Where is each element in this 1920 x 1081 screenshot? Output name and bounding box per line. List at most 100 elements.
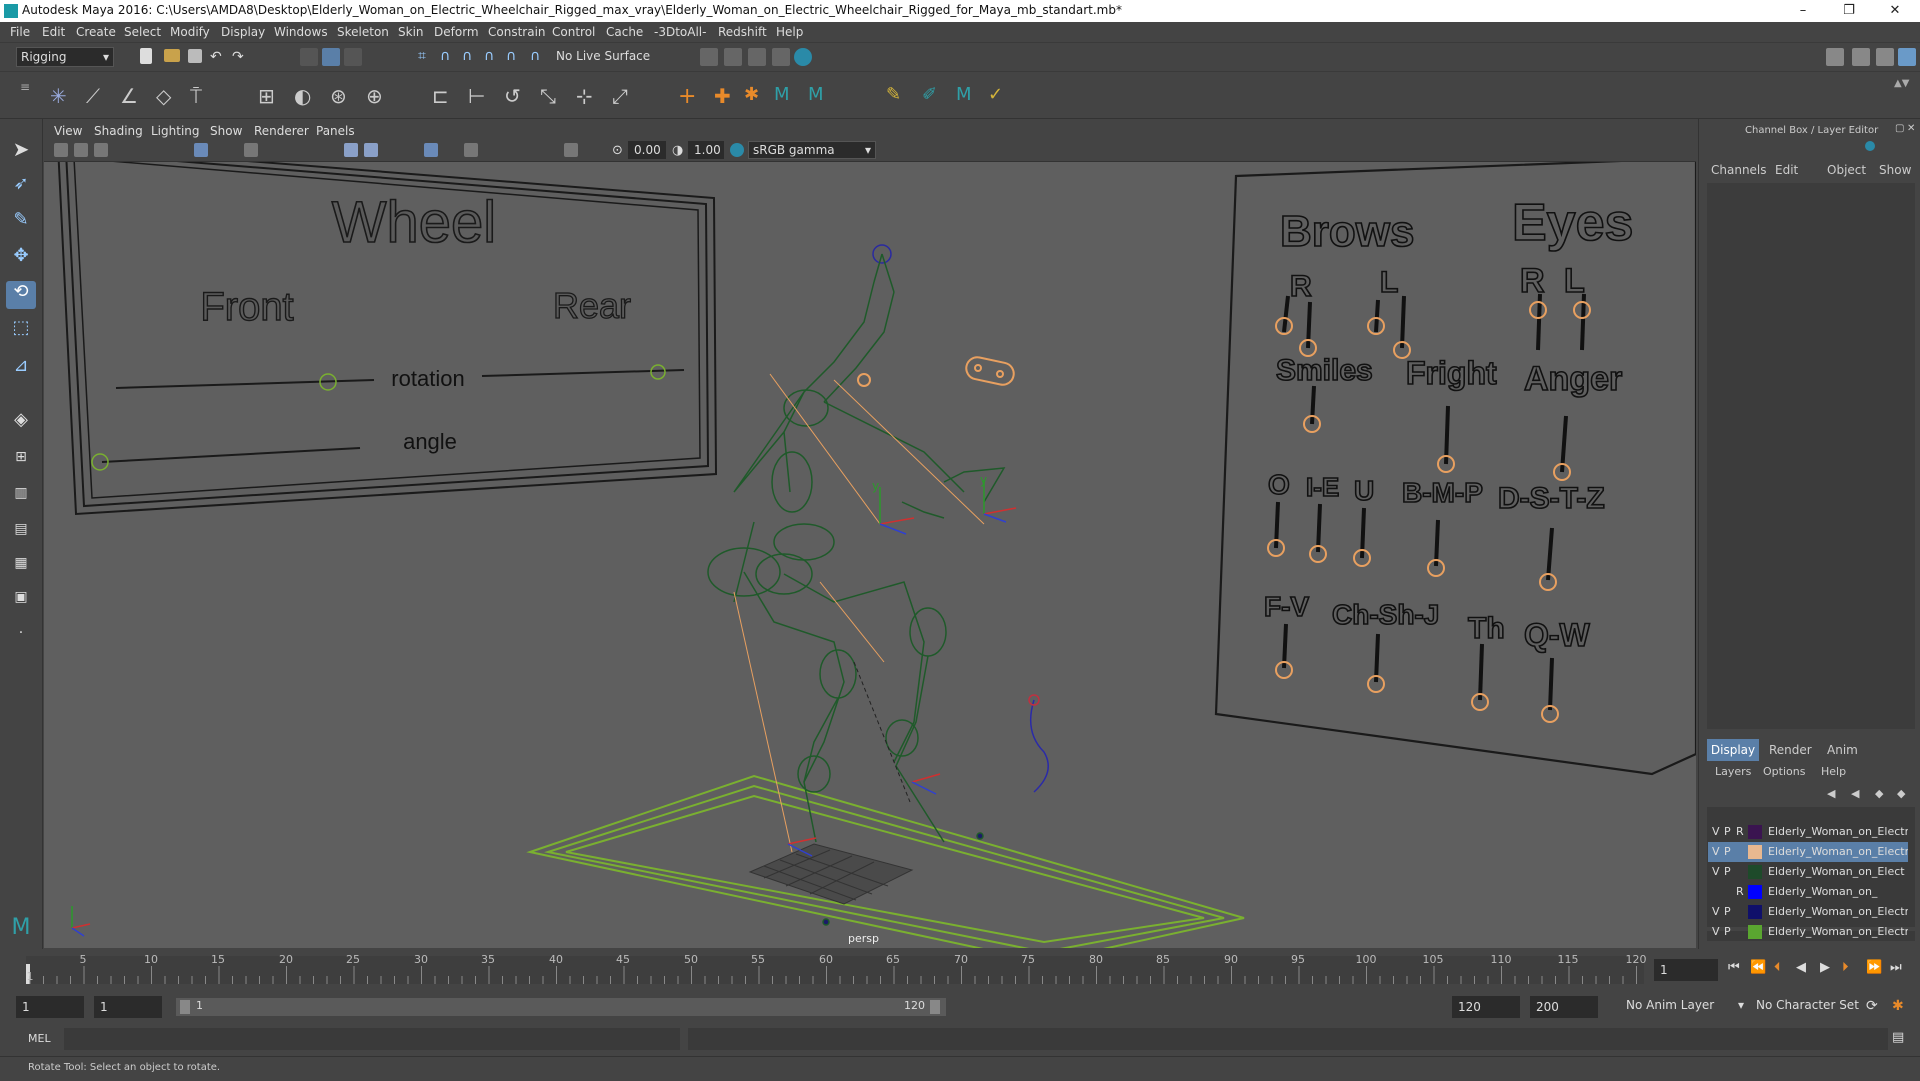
play-backwards-icon[interactable]: ◀ bbox=[1796, 960, 1806, 975]
mash-a-icon[interactable]: M bbox=[774, 84, 792, 105]
layout-outliner-icon[interactable]: ▣ bbox=[6, 589, 36, 617]
layer-playback-toggle[interactable]: P bbox=[1724, 845, 1731, 858]
locator-icon[interactable]: + bbox=[678, 84, 696, 109]
layer-visible-toggle[interactable]: V bbox=[1712, 825, 1720, 838]
layer-color-swatch[interactable] bbox=[1748, 825, 1762, 839]
modeling-toolkit-icon[interactable] bbox=[1826, 48, 1844, 66]
layer-playback-toggle[interactable]: P bbox=[1724, 825, 1731, 838]
layer-color-swatch[interactable] bbox=[1748, 905, 1762, 919]
select-by-component-icon[interactable] bbox=[344, 48, 362, 66]
camera-attr-icon[interactable] bbox=[74, 143, 88, 157]
layer-row[interactable]: V P Elderly_Woman_on_Elect bbox=[1708, 862, 1908, 882]
wireframe-icon[interactable] bbox=[344, 143, 358, 157]
animation-prefs-icon[interactable]: ✱ bbox=[1892, 998, 1910, 1016]
layer-name[interactable]: Elderly_Woman_on_Electri bbox=[1768, 905, 1908, 918]
channel-box-toggle-icon[interactable] bbox=[1898, 48, 1916, 66]
layer-row[interactable]: R Elderly_Woman_on_ bbox=[1708, 882, 1908, 902]
close-button[interactable]: ✕ bbox=[1872, 0, 1918, 22]
viewport-persp[interactable]: Wheel Front Rear rotation angle y y Brow… bbox=[44, 162, 1696, 948]
mel-input[interactable] bbox=[64, 1028, 680, 1050]
ik-spline-icon[interactable]: ∠ bbox=[120, 84, 138, 108]
edit-menu[interactable]: Edit bbox=[1775, 163, 1798, 177]
snap-view-icon[interactable]: ∩ bbox=[484, 48, 502, 66]
layout-two-icon[interactable]: ▤ bbox=[6, 521, 36, 549]
mel-label[interactable]: MEL bbox=[28, 1032, 51, 1045]
layer-reference-toggle[interactable]: R bbox=[1736, 885, 1744, 898]
rotate-tool-icon[interactable]: ⟲ bbox=[6, 281, 36, 309]
aim-constraint-icon[interactable]: ⊹ bbox=[576, 84, 594, 108]
attribute-editor-icon[interactable] bbox=[1852, 48, 1870, 66]
playback-start-field[interactable]: 1 bbox=[94, 996, 162, 1018]
menu-cache[interactable]: Cache bbox=[606, 25, 643, 39]
layer-name[interactable]: Elderly_Woman_on_Elect bbox=[1768, 865, 1908, 878]
mute-icon[interactable]: ✱ bbox=[744, 84, 762, 105]
head-controller[interactable] bbox=[857, 355, 1016, 387]
layer-color-swatch[interactable] bbox=[1748, 865, 1762, 879]
layer-color-swatch[interactable] bbox=[1748, 925, 1762, 939]
snap-vertex-icon[interactable]: ∩ bbox=[530, 48, 548, 66]
layer-color-swatch[interactable] bbox=[1748, 845, 1762, 859]
redshift-render-icon[interactable] bbox=[794, 48, 812, 66]
mash-c-icon[interactable]: M bbox=[956, 84, 974, 105]
rear-rotation-controller[interactable] bbox=[650, 364, 666, 380]
shelf-scroll-icon[interactable]: ▲▼ bbox=[1894, 78, 1912, 96]
minimize-button[interactable]: – bbox=[1780, 0, 1826, 22]
range-slider[interactable]: 1 120 bbox=[176, 998, 946, 1016]
bookmark-icon[interactable] bbox=[94, 143, 108, 157]
options-menu[interactable]: Options bbox=[1763, 765, 1805, 778]
menu-modify[interactable]: Modify bbox=[170, 25, 210, 39]
tool-settings-icon[interactable] bbox=[1876, 48, 1894, 66]
tab-display[interactable]: Display bbox=[1707, 739, 1759, 761]
select-by-hierarchy-icon[interactable] bbox=[300, 48, 318, 66]
layer-color-swatch[interactable] bbox=[1748, 885, 1762, 899]
menu-file[interactable]: File bbox=[10, 25, 30, 39]
undo-icon[interactable]: ↶ bbox=[210, 49, 228, 67]
floor-controllers[interactable] bbox=[526, 774, 1245, 948]
panel-menu-view[interactable]: View bbox=[54, 124, 82, 138]
time-slider[interactable]: 1 5 10 15 20 25 30 35 40 45 50 55 60 65 … bbox=[0, 952, 1920, 988]
menu-deform[interactable]: Deform bbox=[434, 25, 479, 39]
layer-name[interactable]: Elderly_Woman_on_Electri bbox=[1768, 845, 1908, 858]
menu-3dtoall[interactable]: -3DtoAll- bbox=[654, 25, 706, 39]
panel-menu-renderer[interactable]: Renderer bbox=[254, 124, 309, 138]
layout-extra-icon[interactable]: · bbox=[6, 625, 36, 653]
exposure-field[interactable]: 0.00 bbox=[628, 141, 666, 159]
lattice-icon[interactable]: ⊛ bbox=[330, 84, 348, 108]
menu-skin[interactable]: Skin bbox=[398, 25, 424, 39]
ipr-render-icon[interactable] bbox=[724, 48, 742, 66]
layer-name[interactable]: Elderly_Woman_on_Electri bbox=[1768, 925, 1908, 938]
point-constraint-icon[interactable]: ⊢ bbox=[468, 84, 486, 108]
channel-list[interactable] bbox=[1707, 183, 1915, 729]
paint-select-icon[interactable]: ✎ bbox=[6, 209, 36, 237]
menu-select[interactable]: Select bbox=[124, 25, 161, 39]
channel-box-mode-icon[interactable] bbox=[1865, 141, 1875, 151]
menu-display[interactable]: Display bbox=[221, 25, 265, 39]
locator-gizmos[interactable]: y y bbox=[787, 473, 1017, 857]
layer-row[interactable]: V P R Elderly_Woman_on_Electri bbox=[1708, 822, 1908, 842]
wheel-control-board[interactable]: Wheel Front Rear rotation angle bbox=[57, 162, 718, 516]
go-to-end-icon[interactable]: ⏭ bbox=[1890, 960, 1902, 975]
step-back-frame-icon[interactable]: ⏴ bbox=[1774, 960, 1781, 975]
anim-end-field[interactable]: 200 bbox=[1530, 996, 1598, 1018]
panel-close-icon[interactable]: ✕ bbox=[1907, 123, 1915, 134]
help-menu[interactable]: Help bbox=[1821, 765, 1846, 778]
range-start-handle[interactable] bbox=[180, 1000, 190, 1014]
hypershade-icon[interactable] bbox=[772, 48, 790, 66]
menu-redshift[interactable]: Redshift bbox=[718, 25, 767, 39]
select-by-object-icon[interactable] bbox=[322, 48, 340, 66]
layout-persp-graph-icon[interactable]: ▦ bbox=[6, 555, 36, 583]
menu-skeleton[interactable]: Skeleton bbox=[337, 25, 389, 39]
menu-windows[interactable]: Windows bbox=[274, 25, 328, 39]
humanik-icon[interactable]: ⍑ bbox=[190, 84, 208, 108]
film-gate-icon[interactable] bbox=[244, 143, 258, 157]
snap-point-icon[interactable]: ∩ bbox=[462, 48, 480, 66]
current-frame-field[interactable]: 1 bbox=[1654, 959, 1718, 981]
menu-edit[interactable]: Edit bbox=[42, 25, 65, 39]
resolution-gate-icon[interactable] bbox=[564, 143, 578, 157]
orient-constraint-icon[interactable]: ↺ bbox=[504, 84, 522, 108]
last-tool-icon[interactable]: ⊿ bbox=[6, 355, 36, 383]
panel-menu-shading[interactable]: Shading bbox=[94, 124, 143, 138]
ik-curve[interactable] bbox=[1028, 694, 1049, 793]
cluster-icon[interactable]: ⊕ bbox=[366, 84, 384, 108]
anim-start-field[interactable]: 1 bbox=[16, 996, 84, 1018]
